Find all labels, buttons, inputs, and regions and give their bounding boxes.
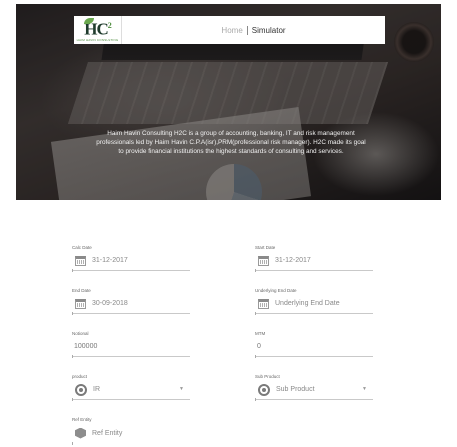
mtm-input[interactable]: 0	[255, 337, 373, 358]
intro-text: Haim Havin Consulting H2C is a group of …	[96, 130, 366, 156]
calc-date-field: Calc Date 31-12-2017	[72, 244, 190, 272]
target-icon	[258, 383, 270, 396]
end-date-input[interactable]: 30-09-2018	[72, 294, 190, 315]
calendar-icon[interactable]	[258, 298, 269, 309]
calendar-icon[interactable]	[75, 298, 86, 309]
start-date-input[interactable]: 31-12-2017	[255, 251, 373, 272]
chevron-down-icon[interactable]: ▼	[179, 386, 184, 392]
notional-field: Notional 100000	[72, 330, 190, 358]
notional-input[interactable]: 100000	[72, 337, 190, 358]
product-field: product IR ▼	[72, 373, 190, 401]
start-date-label: Start Date	[255, 245, 276, 250]
start-date-value: 31-12-2017	[275, 257, 311, 264]
product-label: product	[72, 374, 88, 379]
calendar-icon[interactable]	[75, 255, 86, 266]
calc-date-input[interactable]: 31-12-2017	[72, 251, 190, 272]
h2c-logo[interactable]: HC2 HAIM HAVIN CONSULTING	[74, 16, 122, 44]
top-navbar: HC2 HAIM HAVIN CONSULTING Home Simulator	[74, 16, 385, 44]
target-icon	[75, 383, 87, 396]
sub-product-select[interactable]: Sub Product ▼	[255, 380, 373, 401]
calc-date-label: Calc Date	[72, 245, 92, 250]
calendar-icon[interactable]	[258, 255, 269, 266]
notional-label: Notional	[72, 331, 89, 336]
ref-entity-input[interactable]: Ref Entity	[72, 423, 190, 445]
product-select[interactable]: IR ▼	[72, 380, 190, 401]
sub-product-label: Sub Product	[255, 374, 280, 379]
cube-icon	[75, 427, 86, 439]
underlying-end-date-input[interactable]: Underlying End Date	[255, 294, 373, 315]
mtm-value: 0	[257, 343, 261, 350]
logo-subtitle: HAIM HAVIN CONSULTING	[76, 37, 119, 42]
nav-links: Home Simulator	[122, 25, 385, 35]
calc-date-value: 31-12-2017	[92, 257, 128, 264]
underlying-end-date-label: Underlying End Date	[255, 288, 297, 293]
sub-product-placeholder: Sub Product	[276, 386, 315, 393]
ref-entity-placeholder: Ref Entity	[92, 429, 123, 437]
notional-value: 100000	[74, 343, 98, 350]
end-date-value: 30-09-2018	[92, 300, 128, 307]
nav-home-link[interactable]: Home	[221, 25, 248, 35]
end-date-label: End Date	[72, 288, 91, 293]
underlying-end-date-placeholder: Underlying End Date	[275, 300, 340, 307]
end-date-field: End Date 30-09-2018	[72, 287, 190, 315]
underlying-end-date-field: Underlying End Date Underlying End Date	[255, 287, 373, 315]
ref-entity-field: Ref Entity Ref Entity	[72, 416, 190, 445]
mtm-field: MTM 0	[255, 330, 373, 358]
product-value: IR	[93, 386, 100, 393]
sub-product-field: Sub Product Sub Product ▼	[255, 373, 373, 401]
mtm-label: MTM	[255, 331, 266, 336]
hero-banner: HC2 HAIM HAVIN CONSULTING Home Simulator…	[16, 4, 441, 200]
ref-entity-label: Ref Entity	[72, 417, 92, 422]
nav-simulator-link[interactable]: Simulator	[248, 26, 286, 35]
start-date-field: Start Date 31-12-2017	[255, 244, 373, 272]
chevron-down-icon[interactable]: ▼	[362, 386, 367, 392]
